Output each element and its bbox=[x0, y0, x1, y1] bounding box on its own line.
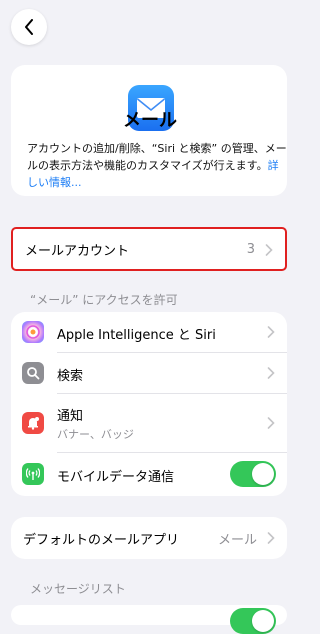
mail-accounts-label: メールアカウント bbox=[25, 243, 130, 259]
default-mail-app-value: メール bbox=[217, 533, 257, 548]
search-icon bbox=[22, 362, 44, 384]
cellular-data-row: モバイルデータ通信 bbox=[11, 453, 287, 496]
mail-accounts-row[interactable]: メールアカウント 3 bbox=[11, 227, 287, 271]
app-description: アカウントの追加/削除、“Siri と検索” の管理、メールの表示方法や機能のカ… bbox=[27, 140, 288, 191]
app-title: メール bbox=[123, 110, 177, 131]
message-list-header: メッセージリスト bbox=[30, 582, 126, 596]
chevron-left-icon bbox=[25, 19, 33, 35]
app-description-text: アカウントの追加/削除、“Siri と検索” の管理、メールの表示方法や機能のカ… bbox=[27, 142, 287, 172]
toggle-knob bbox=[252, 463, 274, 485]
cellular-data-label: モバイルデータ通信 bbox=[57, 470, 175, 485]
notification-icon bbox=[22, 412, 44, 434]
apple-intelligence-icon bbox=[22, 321, 44, 343]
access-section-header: “メール” にアクセスを許可 bbox=[30, 293, 178, 307]
chevron-right-icon bbox=[267, 326, 275, 338]
default-mail-app-row[interactable]: デフォルトのメールアプリ メール bbox=[11, 517, 287, 559]
notifications-row[interactable]: 通知 バナー、バッジ bbox=[11, 394, 287, 452]
notifications-sublabel: バナー、バッジ bbox=[57, 428, 134, 441]
mail-accounts-count: 3 bbox=[246, 241, 255, 257]
chevron-right-icon bbox=[267, 532, 275, 544]
default-mail-app-label: デフォルトのメールアプリ bbox=[23, 533, 180, 548]
chevron-right-icon bbox=[265, 244, 273, 256]
chevron-right-icon bbox=[267, 367, 275, 379]
apple-intelligence-siri-label: Apple Intelligence と Siri bbox=[57, 328, 216, 343]
access-list: Apple Intelligence と Siri 検索 通知 バナー、バッジ … bbox=[11, 312, 287, 496]
message-list-card bbox=[11, 605, 287, 634]
message-list-toggle[interactable] bbox=[230, 608, 276, 634]
cellular-antenna-icon bbox=[22, 463, 44, 485]
chevron-right-icon bbox=[267, 417, 275, 429]
back-button[interactable] bbox=[11, 9, 47, 45]
search-row[interactable]: 検索 bbox=[11, 353, 287, 393]
search-label: 検索 bbox=[57, 369, 84, 384]
notifications-label: 通知 bbox=[57, 409, 84, 424]
apple-intelligence-siri-row[interactable]: Apple Intelligence と Siri bbox=[11, 312, 287, 352]
toggle-knob bbox=[252, 610, 274, 632]
cellular-data-toggle[interactable] bbox=[230, 461, 276, 487]
